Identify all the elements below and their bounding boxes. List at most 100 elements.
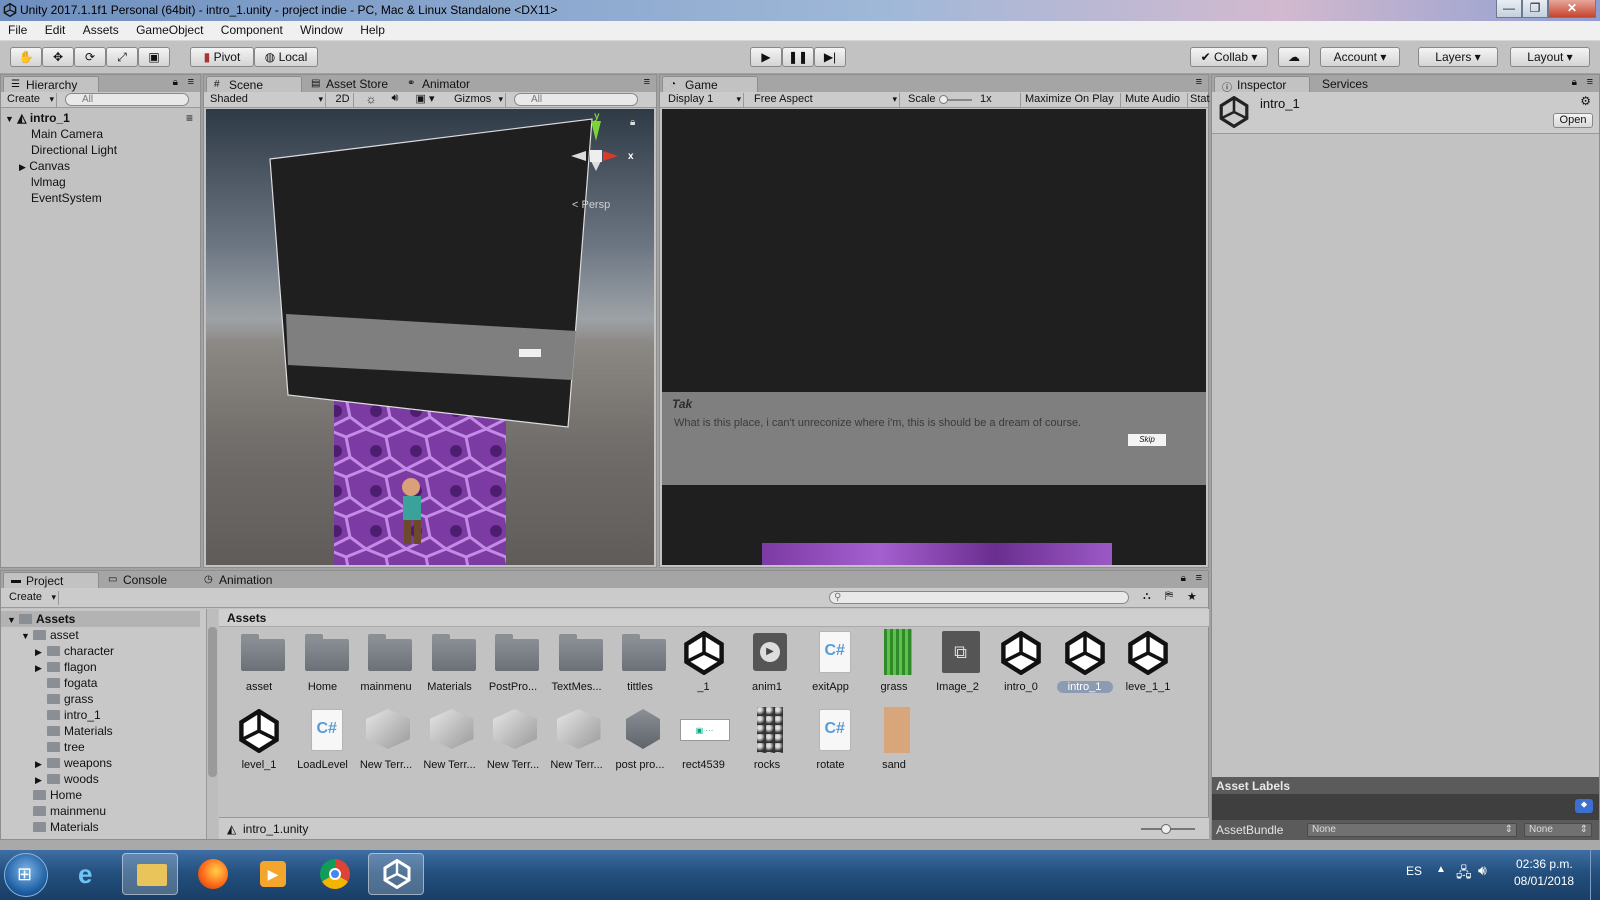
shading-mode-dropdown[interactable]: Shaded: [206, 93, 326, 107]
asset-item[interactable]: New Terr...: [418, 705, 482, 783]
tab-animation[interactable]: ◷ Animation: [197, 572, 297, 588]
hierarchy-item-eventsystem[interactable]: EventSystem: [31, 190, 102, 206]
asset-item[interactable]: New Terr...: [354, 705, 418, 783]
asset-item[interactable]: Materials: [418, 627, 482, 705]
language-indicator[interactable]: ES: [1406, 864, 1422, 878]
rotate-tool-button[interactable]: ⟳: [74, 47, 106, 67]
icon-size-slider[interactable]: [1141, 824, 1195, 834]
panel-menu-icon[interactable]: ≡: [644, 76, 650, 88]
asset-item[interactable]: PostPro...: [481, 627, 545, 705]
scale-slider-thumb[interactable]: [939, 95, 948, 104]
tab-services[interactable]: Services: [1312, 76, 1398, 92]
asset-item[interactable]: intro_1: [1053, 627, 1117, 705]
assetbundle-variant-dropdown[interactable]: None ⇕: [1524, 823, 1592, 837]
open-button[interactable]: Open: [1553, 113, 1593, 128]
collapse-arrow-icon[interactable]: ▼: [7, 612, 19, 628]
asset-item[interactable]: grass: [862, 627, 926, 705]
collapse-arrow-icon[interactable]: ▼: [21, 628, 33, 644]
play-button[interactable]: ▶: [750, 47, 782, 67]
tree-item-woods[interactable]: ▶ woods: [35, 771, 99, 787]
tab-asset-store[interactable]: ▤ Asset Store: [304, 76, 400, 92]
network-icon[interactable]: 🖧: [1456, 862, 1472, 886]
filter-type-icon[interactable]: ⛬: [1143, 590, 1151, 603]
asset-item[interactable]: level_1: [227, 705, 291, 783]
taskbar-file-explorer[interactable]: [122, 853, 178, 895]
filter-label-icon[interactable]: ⛿: [1165, 590, 1173, 603]
tree-scrollbar[interactable]: [206, 609, 218, 839]
stats-toggle[interactable]: Stat: [1187, 93, 1212, 107]
menu-edit[interactable]: Edit: [39, 21, 72, 37]
asset-item[interactable]: ▣ ··· rect4539: [672, 705, 736, 783]
display-dropdown[interactable]: Display 1: [664, 93, 744, 107]
hierarchy-item-main-camera[interactable]: Main Camera: [31, 126, 103, 142]
expand-arrow-icon[interactable]: ▶: [35, 644, 47, 660]
minimize-button[interactable]: —: [1496, 0, 1522, 18]
label-tag-icon[interactable]: ⬥: [1575, 799, 1593, 813]
hierarchy-scene-row[interactable]: ▼ ◭ intro_1 ≡: [5, 110, 197, 126]
asset-item[interactable]: C# exitApp: [799, 627, 863, 705]
assetbundle-dropdown[interactable]: None ⇕: [1307, 823, 1517, 837]
tree-item-asset[interactable]: ▼ asset: [21, 627, 79, 643]
scale-slider[interactable]: [939, 95, 972, 104]
menu-file[interactable]: File: [2, 21, 33, 37]
asset-item[interactable]: C# LoadLevel: [291, 705, 355, 783]
tree-item-home[interactable]: Home: [21, 787, 82, 803]
cloud-button[interactable]: ☁: [1278, 47, 1310, 67]
lighting-toggle[interactable]: ☼: [360, 92, 382, 106]
taskbar-chrome[interactable]: [306, 853, 362, 895]
asset-item[interactable]: mainmenu: [354, 627, 418, 705]
tree-item-weapons[interactable]: ▶ weapons: [35, 755, 112, 771]
taskbar-internet-explorer[interactable]: e: [62, 853, 118, 895]
scene-search-input[interactable]: All: [514, 93, 638, 106]
hierarchy-item-canvas[interactable]: ▶ Canvas: [19, 158, 70, 174]
tab-inspector[interactable]: ⓘ Inspector: [1214, 76, 1310, 94]
lock-icon[interactable]: 🔒︎: [173, 77, 178, 88]
asset-item[interactable]: sand: [862, 705, 926, 783]
maximize-on-play-toggle[interactable]: Maximize On Play: [1020, 93, 1118, 107]
step-button[interactable]: ▶|: [814, 47, 846, 67]
menu-help[interactable]: Help: [354, 21, 391, 37]
account-dropdown[interactable]: Account ▾: [1320, 47, 1400, 67]
favorite-star-icon[interactable]: ★: [1187, 590, 1197, 603]
tree-item-fogata[interactable]: fogata: [35, 675, 97, 691]
lock-icon[interactable]: 🔒︎: [1181, 573, 1186, 584]
project-search-input[interactable]: ⚲: [829, 591, 1129, 604]
panel-menu-icon[interactable]: ≡: [1196, 76, 1202, 88]
menu-component[interactable]: Component: [215, 21, 289, 37]
close-button[interactable]: ✕: [1548, 0, 1596, 18]
show-desktop-button[interactable]: [1590, 850, 1600, 900]
lock-icon[interactable]: 🔒︎: [1572, 77, 1577, 88]
tree-scrollbar-thumb[interactable]: [208, 627, 217, 777]
asset-item[interactable]: asset: [227, 627, 291, 705]
taskbar-media-player[interactable]: ▶: [244, 853, 300, 895]
expand-arrow-icon[interactable]: ▶: [35, 772, 47, 788]
scale-tool-button[interactable]: ⤢: [106, 47, 138, 67]
asset-item[interactable]: rocks: [735, 705, 799, 783]
panel-menu-icon[interactable]: ≡: [188, 76, 194, 88]
hierarchy-item-directional-light[interactable]: Directional Light: [31, 142, 117, 158]
asset-item[interactable]: post pro...: [608, 705, 672, 783]
clock-date[interactable]: 08/01/2018: [1514, 874, 1574, 888]
tree-item-grass[interactable]: grass: [35, 691, 93, 707]
audio-toggle[interactable]: 🔊︎: [384, 92, 406, 105]
gizmos-dropdown[interactable]: Gizmos: [450, 93, 506, 107]
menu-window[interactable]: Window: [294, 21, 349, 37]
clock-time[interactable]: 02:36 p.m.: [1516, 857, 1573, 871]
tab-hierarchy[interactable]: ☰ Hierarchy: [3, 76, 99, 92]
tray-expand-icon[interactable]: ▲: [1436, 864, 1446, 875]
asset-item[interactable]: leve_1_1: [1116, 627, 1180, 705]
panel-menu-icon[interactable]: ≡: [1587, 76, 1593, 88]
effects-dropdown[interactable]: ▣ ▾: [410, 92, 440, 105]
asset-item[interactable]: ▶ anim1: [735, 627, 799, 705]
start-button[interactable]: ⊞: [4, 853, 48, 897]
2d-toggle[interactable]: 2D: [332, 93, 354, 107]
hierarchy-create-dropdown[interactable]: Create: [3, 93, 57, 107]
tree-item-intro-1[interactable]: intro_1: [35, 707, 101, 723]
expand-arrow-icon[interactable]: ▶: [35, 660, 47, 676]
tree-item-character[interactable]: ▶ character: [35, 643, 114, 659]
tree-item-tree[interactable]: tree: [35, 739, 85, 755]
asset-item[interactable]: TextMes...: [545, 627, 609, 705]
collab-dropdown[interactable]: ✔ Collab ▾: [1190, 47, 1268, 67]
asset-item[interactable]: _1: [672, 627, 736, 705]
scene-menu-icon[interactable]: ≡: [186, 110, 193, 126]
